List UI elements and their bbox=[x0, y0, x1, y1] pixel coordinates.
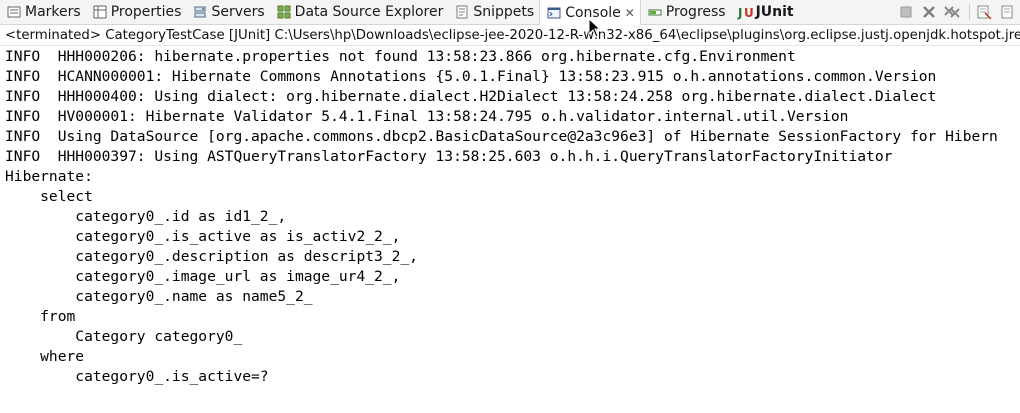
tab-servers[interactable]: Servers bbox=[186, 0, 269, 24]
console-line: from bbox=[5, 308, 76, 325]
console-line: INFO HHH000206: hibernate.properties not… bbox=[5, 48, 796, 65]
tab-console[interactable]: Console ✕ bbox=[539, 0, 641, 25]
tab-label: JUnit bbox=[755, 4, 794, 20]
close-icon[interactable]: ✕ bbox=[625, 6, 635, 20]
console-toolbar bbox=[890, 0, 1020, 24]
console-line: select bbox=[5, 188, 93, 205]
svg-text:U: U bbox=[744, 6, 753, 20]
toolbar-separator bbox=[969, 4, 970, 20]
data-source-explorer-icon bbox=[276, 4, 292, 20]
tab-label: Snippets bbox=[473, 4, 535, 20]
console-line: INFO HCANN000001: Hibernate Commons Anno… bbox=[5, 68, 937, 85]
console-line: category0_.description as descript3_2_, bbox=[5, 248, 418, 265]
junit-icon: JU bbox=[737, 4, 753, 20]
remove-all-terminated-icon[interactable] bbox=[942, 2, 962, 22]
console-line: INFO Using DataSource [org.apache.common… bbox=[5, 128, 998, 145]
tab-data-source-explorer[interactable]: Data Source Explorer bbox=[270, 0, 449, 24]
console-line: INFO HV000001: Hibernate Validator 5.4.1… bbox=[5, 108, 849, 125]
console-line: Hibernate: bbox=[5, 168, 93, 185]
remove-launch-icon[interactable] bbox=[919, 2, 939, 22]
tab-label: Progress bbox=[665, 4, 726, 20]
console-line: where bbox=[5, 348, 85, 365]
snippets-icon bbox=[454, 4, 470, 20]
tab-label: Properties bbox=[110, 4, 182, 20]
properties-icon bbox=[92, 4, 108, 20]
svg-text:J: J bbox=[737, 6, 742, 20]
launch-status-line: <terminated> CategoryTestCase [JUnit] C:… bbox=[0, 25, 1020, 46]
scroll-lock-icon[interactable] bbox=[997, 2, 1017, 22]
tab-junit[interactable]: JU JUnit bbox=[731, 0, 799, 24]
console-icon bbox=[546, 5, 562, 21]
tab-snippets[interactable]: Snippets bbox=[448, 0, 539, 24]
console-line: category0_.image_url as image_ur4_2_, bbox=[5, 268, 401, 285]
markers-icon bbox=[6, 4, 22, 20]
console-line: INFO HHH000397: Using ASTQueryTranslator… bbox=[5, 148, 893, 165]
console-output[interactable]: INFO HHH000206: hibernate.properties not… bbox=[0, 47, 1020, 413]
console-line: category0_.is_active as is_activ2_2_, bbox=[5, 228, 401, 245]
console-line: INFO HHH000400: Using dialect: org.hiber… bbox=[5, 88, 937, 105]
view-tab-bar: Markers Properties Servers Data Source E… bbox=[0, 0, 1020, 25]
console-line: Category category0_ bbox=[5, 328, 243, 345]
tab-label: Markers bbox=[25, 4, 81, 20]
console-line: category0_.id as id1_2_, bbox=[5, 208, 287, 225]
tab-label: Data Source Explorer bbox=[294, 4, 444, 20]
clear-console-icon[interactable] bbox=[974, 2, 994, 22]
tab-markers[interactable]: Markers bbox=[0, 0, 86, 24]
tab-label: Console bbox=[565, 4, 621, 21]
tab-properties[interactable]: Properties bbox=[86, 0, 187, 24]
console-line: category0_.is_active=? bbox=[5, 368, 269, 385]
tab-label: Servers bbox=[211, 4, 265, 20]
console-line: category0_.name as name5_2_ bbox=[5, 288, 313, 305]
servers-icon bbox=[192, 4, 208, 20]
terminate-icon[interactable] bbox=[896, 2, 916, 22]
tab-progress[interactable]: Progress bbox=[641, 0, 731, 24]
progress-icon bbox=[647, 4, 663, 20]
